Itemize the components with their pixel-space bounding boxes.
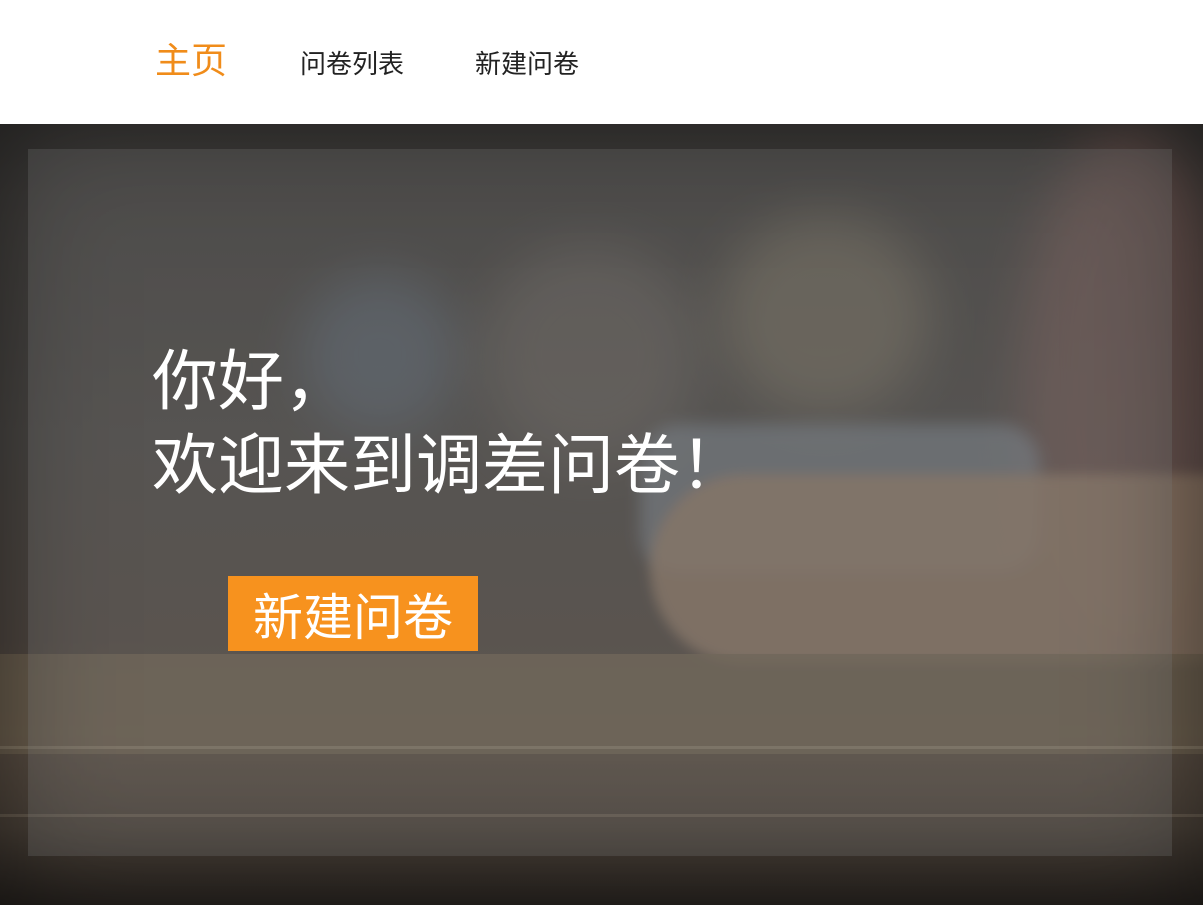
nav-home[interactable]: 主页 [155, 0, 227, 120]
new-questionnaire-button[interactable]: 新建问卷 [228, 576, 478, 651]
greeting-line-2: 欢迎来到调差问卷！ [152, 427, 746, 504]
nav-new-questionnaire[interactable]: 新建问卷 [475, 0, 579, 124]
greeting-line-1: 你好， [152, 343, 350, 420]
top-nav: 主页 问卷列表 新建问卷 [0, 0, 1203, 124]
nav-questionnaire-list[interactable]: 问卷列表 [300, 0, 404, 124]
hero-greeting: 你好， 欢迎来到调差问卷！ [152, 340, 746, 508]
